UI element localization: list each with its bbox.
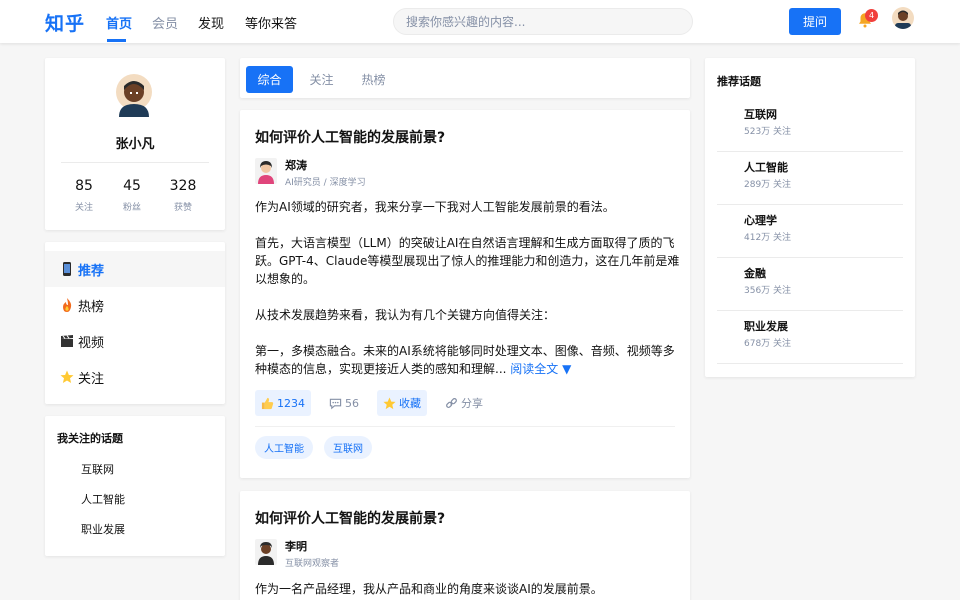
question-title[interactable]: 如何评价人工智能的发展前景? [255,127,445,147]
profile-avatar[interactable] [115,73,153,117]
topic-name: 人工智能 [744,161,788,174]
logo[interactable]: 知乎 [45,9,85,36]
nav-home[interactable]: 首页 [106,13,132,32]
stat-followers[interactable]: 45 粉丝 [107,178,157,213]
divider [255,426,675,427]
topic-name: 职业发展 [744,320,788,333]
topic-follow-count: 289万 关注 [744,180,792,190]
menu-item-hot[interactable]: 热榜 [45,287,225,323]
ask-button[interactable]: 提问 [789,8,841,35]
topic-name: 心理学 [744,214,777,227]
answer-paragraph: 作为AI领域的研究者，我来分享一下我对人工智能发展前景的看法。 [255,200,615,214]
followed-topics-card: 我关注的话题 互联网 人工智能 职业发展 [45,416,225,556]
comment-icon [329,398,342,409]
recommended-topic[interactable]: 职业发展 678万 关注 [717,311,903,364]
comment-count: 56 [345,396,359,410]
author-avatar[interactable] [255,158,277,184]
nav-waiting-answers[interactable]: 等你来答 [245,13,297,32]
nav-discover[interactable]: 发现 [198,13,224,32]
topic-tag[interactable]: 人工智能 [255,436,313,459]
answer-paragraph: 作为一名产品经理，我从产品和商业的角度来谈谈AI的发展前景。 [255,582,603,596]
comment-button[interactable]: 56 [323,390,365,416]
author-avatar[interactable] [255,539,277,565]
menu-item-label: 视频 [78,335,105,351]
topic-follow-count: 412万 关注 [744,233,792,243]
menu-item-follow[interactable]: 关注 [45,359,225,395]
notification-badge: 4 [865,9,878,22]
menu-item-label: 推荐 [78,263,105,279]
tab-hot[interactable]: 热榜 [350,66,397,93]
recommended-topic[interactable]: 金融 356万 关注 [717,258,903,311]
feed-item: 如何评价人工智能的发展前景? 李明 互联网观察者 作为一名产品经理，我从产品和商… [240,491,690,600]
answer-excerpt: 第一，多模态融合。未来的AI系统将能够同时处理文本、图像、音频、视频等多种模态的… [255,344,675,376]
menu-item-label: 关注 [78,371,105,387]
share-label: 分享 [461,397,483,410]
stat-likes[interactable]: 328 获赞 [158,178,208,213]
thumbs-up-icon [261,397,274,409]
nav-vip[interactable]: 会员 [152,13,178,32]
top-header: 知乎 首页 会员 发现 等你来答 提问 4 [0,0,960,43]
answer-paragraph: 首先，大语言模型（LLM）的突破让AI在自然语言理解和生成方面取得了质的飞跃。G… [255,236,680,286]
followed-topic-link[interactable]: 互联网 [81,461,114,477]
like-button[interactable]: 1234 [255,390,311,416]
tab-following[interactable]: 关注 [298,66,345,93]
divider [61,162,209,163]
like-count: 1234 [277,396,305,410]
topic-name: 互联网 [744,108,777,121]
recommended-topic[interactable]: 互联网 523万 关注 [717,99,903,152]
nav-active-indicator [107,39,126,42]
side-menu: 推荐 热榜 视频 关注 [45,242,225,404]
star-icon [60,370,74,383]
collect-label: 收藏 [399,397,421,410]
author-bio: AI研究员 / 深度学习 [285,178,366,188]
question-title[interactable]: 如何评价人工智能的发展前景? [255,508,445,528]
followed-topics-title: 我关注的话题 [57,432,123,445]
followed-topic-link[interactable]: 人工智能 [81,491,125,507]
recommended-topic[interactable]: 心理学 412万 关注 [717,205,903,258]
stat-label: 关注 [74,203,93,213]
topic-follow-count: 523万 关注 [744,127,792,137]
link-icon [446,397,457,408]
answer-paragraph-last: 第一，多模态融合。未来的AI系统将能够同时处理文本、图像、音频、视频等多种模态的… [255,342,680,378]
recommended-topics-title: 推荐话题 [717,75,761,88]
read-more-link[interactable]: 阅读全文 ▼ [510,362,571,376]
author-name[interactable]: 李明 [285,538,307,554]
stat-label: 粉丝 [122,203,141,213]
stat-value: 85 [75,178,93,194]
recommended-topic[interactable]: 人工智能 289万 关注 [717,152,903,205]
author-name[interactable]: 郑涛 [285,157,307,173]
followed-topic-link[interactable]: 职业发展 [81,521,125,537]
menu-item-label: 热榜 [78,299,105,315]
menu-item-recommend[interactable]: 推荐 [45,251,225,287]
stat-value: 45 [123,178,141,194]
answer-actions: 1234 56 收藏 分享 [255,390,501,416]
topic-follow-count: 356万 关注 [744,286,792,296]
menu-item-video[interactable]: 视频 [45,323,225,359]
topic-tag[interactable]: 互联网 [324,436,372,459]
answer-paragraph: 从技术发展趋势来看，我认为有几个关键方向值得关注： [255,308,556,322]
tab-all[interactable]: 综合 [246,66,293,93]
stat-value: 328 [169,178,197,194]
profile-card: 张小凡 85 关注 45 粉丝 328 获赞 [45,58,225,230]
star-icon [383,396,396,409]
fire-icon [63,298,72,312]
topic-follow-count: 678万 关注 [744,339,792,349]
author-bio: 互联网观察者 [285,559,340,569]
topic-name: 金融 [744,267,766,280]
share-button[interactable]: 分享 [439,390,489,416]
phone-icon [63,262,71,276]
feed-item: 如何评价人工智能的发展前景? 郑涛 AI研究员 / 深度学习 作为AI领域的研究… [240,110,690,478]
stat-following[interactable]: 85 关注 [59,178,109,213]
recommended-topics-card: 推荐话题 互联网 523万 关注 人工智能 289万 关注 心理学 412万 关… [705,58,915,377]
feed-tabs: 综合 关注 热榜 [240,58,690,98]
stat-label: 获赞 [173,203,192,213]
user-avatar[interactable] [892,7,914,29]
profile-name: 张小凡 [115,137,155,152]
search-input[interactable] [393,8,693,35]
clapper-icon [61,335,73,347]
collect-button[interactable]: 收藏 [377,390,427,416]
